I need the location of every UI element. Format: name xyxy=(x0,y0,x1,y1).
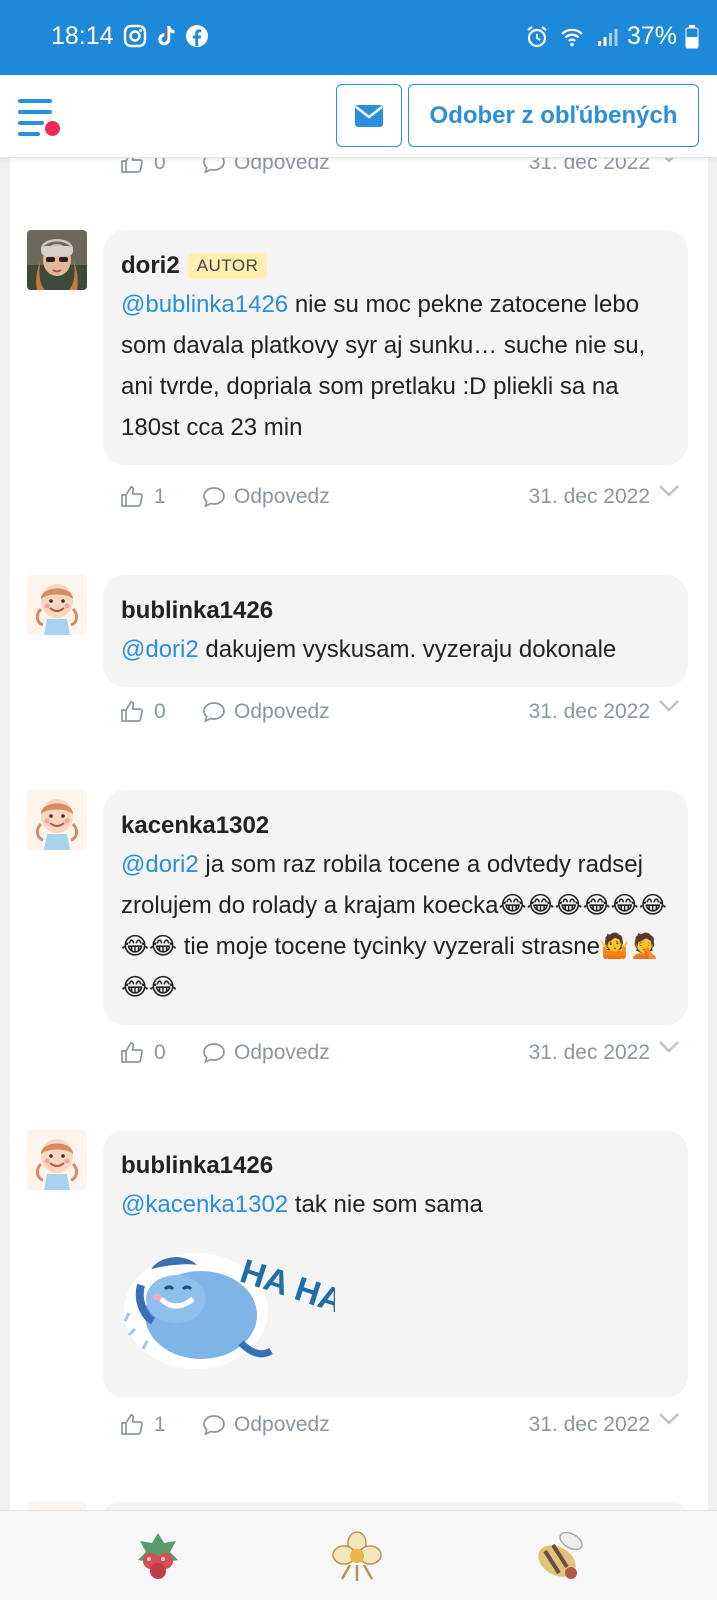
menu-button[interactable] xyxy=(18,99,62,139)
comment-bubble: dori2 AUTOR @bublinka1426 nie su moc pek… xyxy=(103,230,688,465)
like-button[interactable]: 0 xyxy=(120,700,166,724)
thumbs-up-icon xyxy=(121,486,143,507)
comment-bubble-icon xyxy=(203,1415,225,1436)
user-mention[interactable]: @dori2 xyxy=(121,636,199,663)
system-icons: 37% xyxy=(525,22,699,51)
nav-button-bee[interactable] xyxy=(533,1529,587,1583)
thumbs-up-icon xyxy=(121,701,143,722)
status-bar: 18:14 37% xyxy=(0,0,717,75)
like-count: 1 xyxy=(154,1413,166,1436)
status-time: 18:14 xyxy=(51,22,114,50)
reply-label: Odpovedz xyxy=(234,1041,330,1064)
chevron-down-icon[interactable] xyxy=(658,1040,680,1054)
tiktok-icon xyxy=(158,26,175,46)
battery-percent: 37% xyxy=(626,22,677,50)
comment-actions: 1 Odpovedz 31. dec 2022 xyxy=(10,1408,708,1448)
comment-bubble: bublinka1426 @dori2 dakujem vyskusam. vy… xyxy=(103,575,688,687)
comment-author[interactable]: bublinka1426 xyxy=(121,597,273,625)
envelope-icon xyxy=(355,104,383,127)
comment-bubble-icon xyxy=(203,1043,225,1064)
avatar[interactable] xyxy=(27,230,87,290)
like-count: 0 xyxy=(154,1041,166,1064)
comment-body: tak nie som sama xyxy=(288,1191,483,1218)
comment-text: @bublinka1426 nie su moc pekne zatocene … xyxy=(121,284,670,448)
comment-body: dakujem vyskusam. vyzeraju dokonale xyxy=(198,636,617,663)
avatar[interactable] xyxy=(27,1130,87,1190)
comment-bubble: bublinka1426 @kacenka1302 tak nie som sa… xyxy=(103,1130,688,1398)
like-count: 1 xyxy=(154,485,166,508)
comment-text: @kacenka1302 tak nie som sama xyxy=(121,1184,670,1225)
laughing-horse-sticker: HA HA xyxy=(123,1252,335,1369)
comment-bubble xyxy=(103,1502,688,1510)
thumbs-up-icon xyxy=(121,1414,143,1435)
like-button[interactable]: 1 xyxy=(120,1413,166,1437)
remove-favorite-button[interactable]: Odober z obľúbených xyxy=(408,84,699,147)
comment-bubble: kacenka1302 @dori2 ja som raz robila toc… xyxy=(103,790,688,1025)
like-button[interactable]: 1 xyxy=(120,485,166,509)
chevron-down-icon[interactable] xyxy=(658,699,680,713)
signal-icon xyxy=(597,28,618,46)
wifi-icon xyxy=(561,28,583,46)
nav-button-berries[interactable] xyxy=(131,1529,185,1583)
thumbs-up-icon xyxy=(121,1042,143,1063)
like-button[interactable]: 0 xyxy=(120,1041,166,1065)
reply-label: Odpovedz xyxy=(234,700,330,723)
user-mention[interactable]: @dori2 xyxy=(121,851,199,878)
notification-icons xyxy=(123,24,209,48)
nav-button-flower[interactable] xyxy=(330,1529,384,1583)
app-header: Odober z obľúbených xyxy=(0,75,717,158)
alarm-icon xyxy=(527,25,547,47)
notification-dot xyxy=(45,121,60,136)
comment-body: ja som raz robila tocene a odvtedy radse… xyxy=(121,851,667,1001)
avatar[interactable] xyxy=(27,575,87,635)
comment-date: 31. dec 2022 xyxy=(528,485,650,508)
comment-author[interactable]: bublinka1426 xyxy=(121,1152,273,1180)
comment-author[interactable]: kacenka1302 xyxy=(121,812,269,840)
comment-author[interactable]: dori2 xyxy=(121,252,180,280)
reply-button[interactable]: Odpovedz xyxy=(202,1413,330,1437)
author-badge: AUTOR xyxy=(187,253,268,279)
comment-bubble-icon xyxy=(203,702,225,723)
comment-text: @dori2 ja som raz robila tocene a odvted… xyxy=(121,844,670,1008)
reply-button[interactable]: Odpovedz xyxy=(202,1041,330,1065)
instagram-icon xyxy=(123,24,147,48)
flower-icon xyxy=(332,1531,382,1581)
reply-label: Odpovedz xyxy=(234,485,330,508)
chevron-down-icon[interactable] xyxy=(658,484,680,498)
bottom-navigation xyxy=(0,1510,717,1600)
message-button[interactable] xyxy=(336,84,402,147)
avatar[interactable] xyxy=(27,790,87,850)
battery-icon xyxy=(685,24,699,49)
comment-actions: 0 Odpovedz 31. dec 2022 xyxy=(10,695,708,735)
comment-text: @dori2 dakujem vyskusam. vyzeraju dokona… xyxy=(121,629,670,670)
comments-list: 0 Odpovedz 31. dec 2022 dori2 AUTOR @bub… xyxy=(10,150,708,1510)
avatar[interactable] xyxy=(27,1502,87,1510)
user-mention[interactable]: @kacenka1302 xyxy=(121,1191,288,1218)
comment-bubble-icon xyxy=(203,487,225,508)
chevron-down-icon[interactable] xyxy=(658,1412,680,1426)
user-mention[interactable]: @bublinka1426 xyxy=(121,291,288,318)
comment-date: 31. dec 2022 xyxy=(528,1041,650,1064)
reply-button[interactable]: Odpovedz xyxy=(202,485,330,509)
like-count: 0 xyxy=(154,700,166,723)
comment-actions: 0 Odpovedz 31. dec 2022 xyxy=(10,1036,708,1076)
comment-date: 31. dec 2022 xyxy=(528,700,650,723)
comment-actions: 1 Odpovedz 31. dec 2022 xyxy=(10,480,708,520)
berries-icon xyxy=(138,1533,178,1579)
facebook-icon xyxy=(186,25,208,47)
comment-date: 31. dec 2022 xyxy=(528,1413,650,1436)
bee-icon xyxy=(538,1531,583,1579)
reply-button[interactable]: Odpovedz xyxy=(202,700,330,724)
reply-label: Odpovedz xyxy=(234,1413,330,1436)
